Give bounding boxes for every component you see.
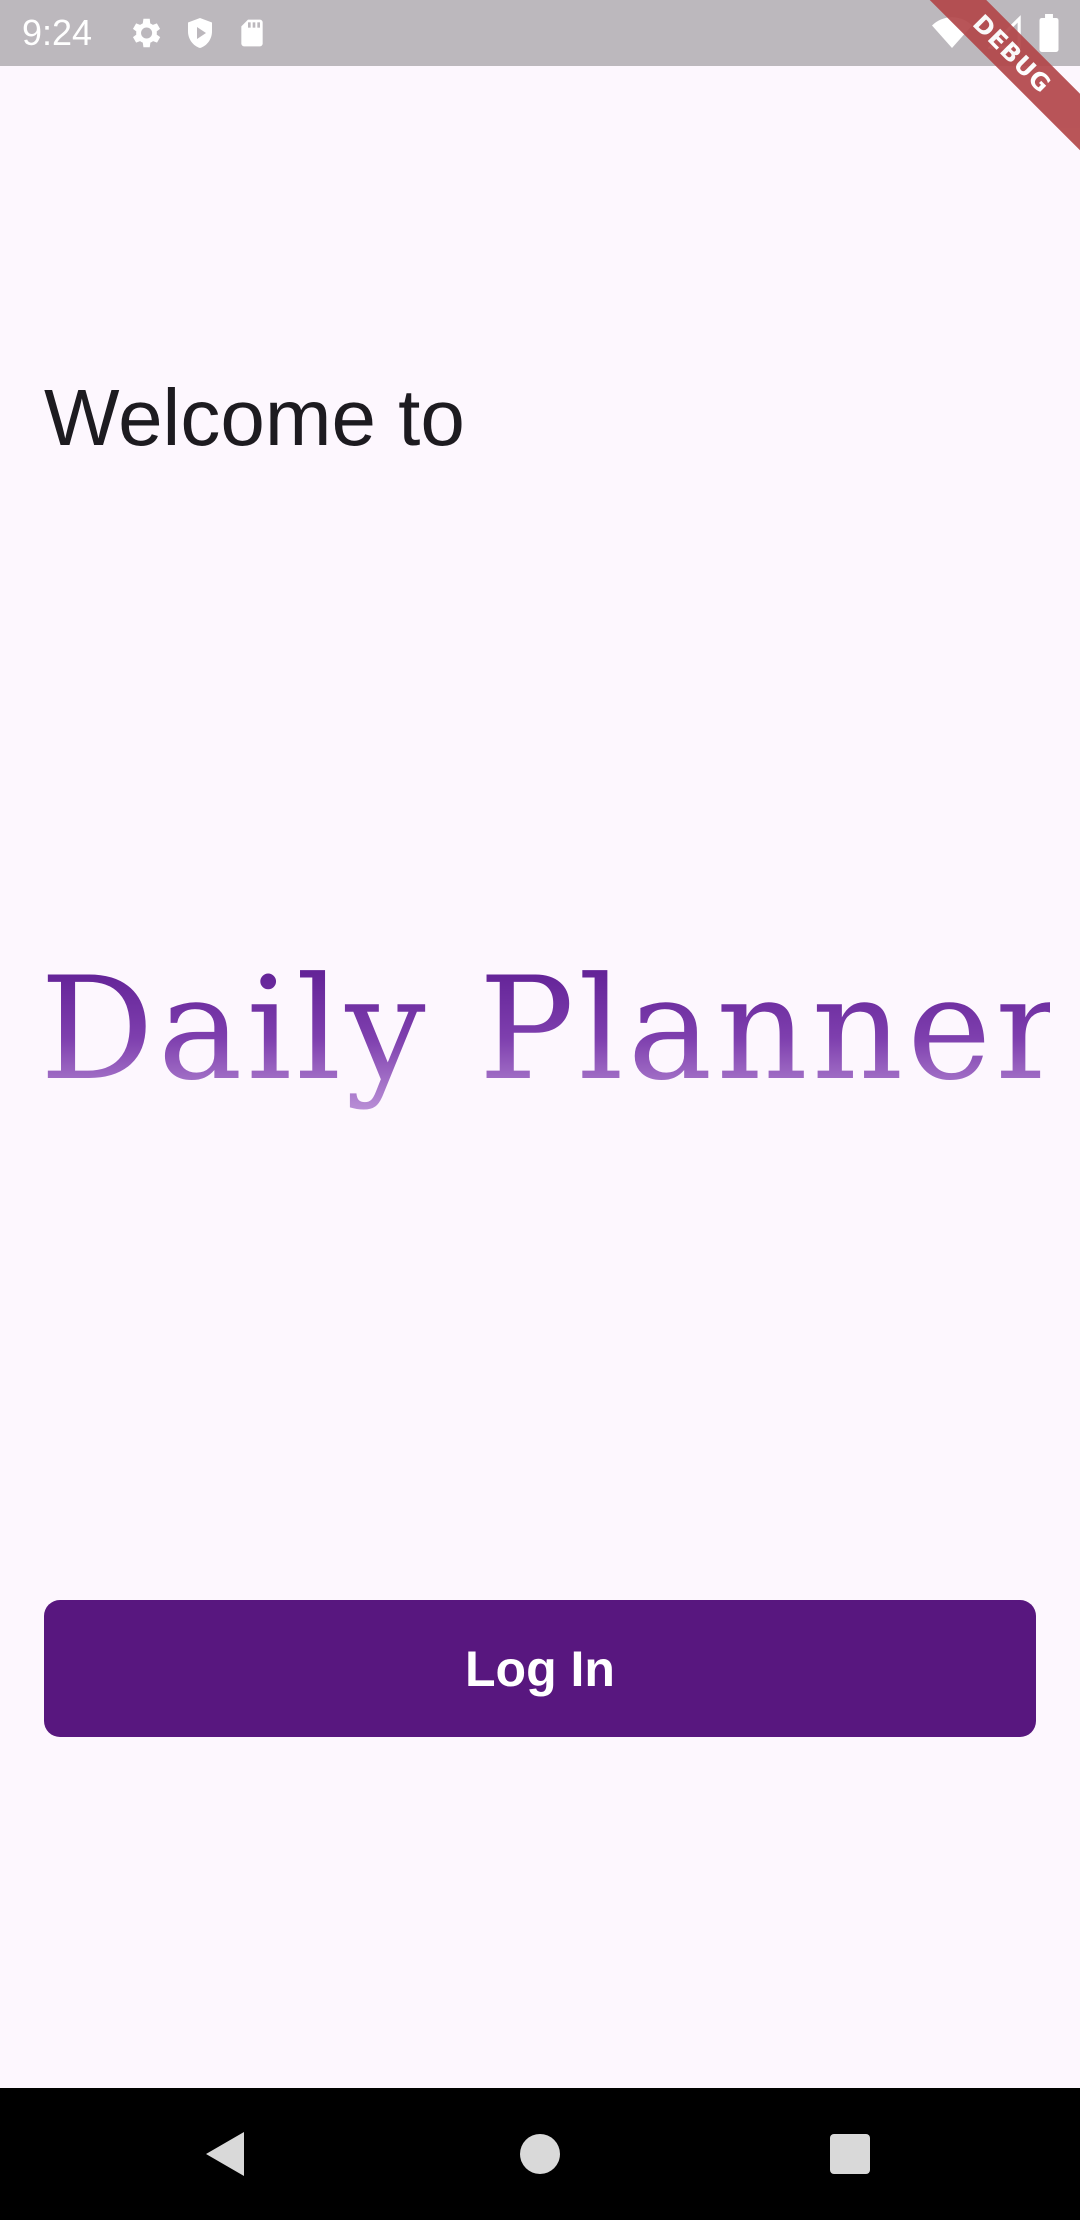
login-button[interactable]: Log In xyxy=(44,1600,1036,1737)
back-icon xyxy=(206,2132,244,2176)
status-bar: 9:24 xyxy=(0,0,1080,66)
settings-icon xyxy=(132,18,161,48)
recents-icon xyxy=(830,2134,870,2174)
sd-card-icon xyxy=(241,19,263,47)
nav-recents-button[interactable] xyxy=(790,2088,910,2220)
status-notification-icons xyxy=(126,14,268,52)
login-button-label: Log In xyxy=(465,1640,615,1697)
welcome-heading: Welcome to xyxy=(44,373,465,462)
app-logo: Daily Planner xyxy=(40,947,1068,1112)
nav-back-button[interactable] xyxy=(166,2088,286,2220)
navigation-bar xyxy=(0,2088,1080,2220)
nav-home-button[interactable] xyxy=(480,2088,600,2220)
status-time: 9:24 xyxy=(22,12,93,53)
wifi-icon xyxy=(932,17,972,48)
shield-play-icon xyxy=(188,18,212,48)
status-system-icons xyxy=(932,14,1060,52)
battery-icon xyxy=(1039,14,1059,52)
signal-icon xyxy=(988,15,1021,49)
home-icon xyxy=(520,2134,560,2174)
